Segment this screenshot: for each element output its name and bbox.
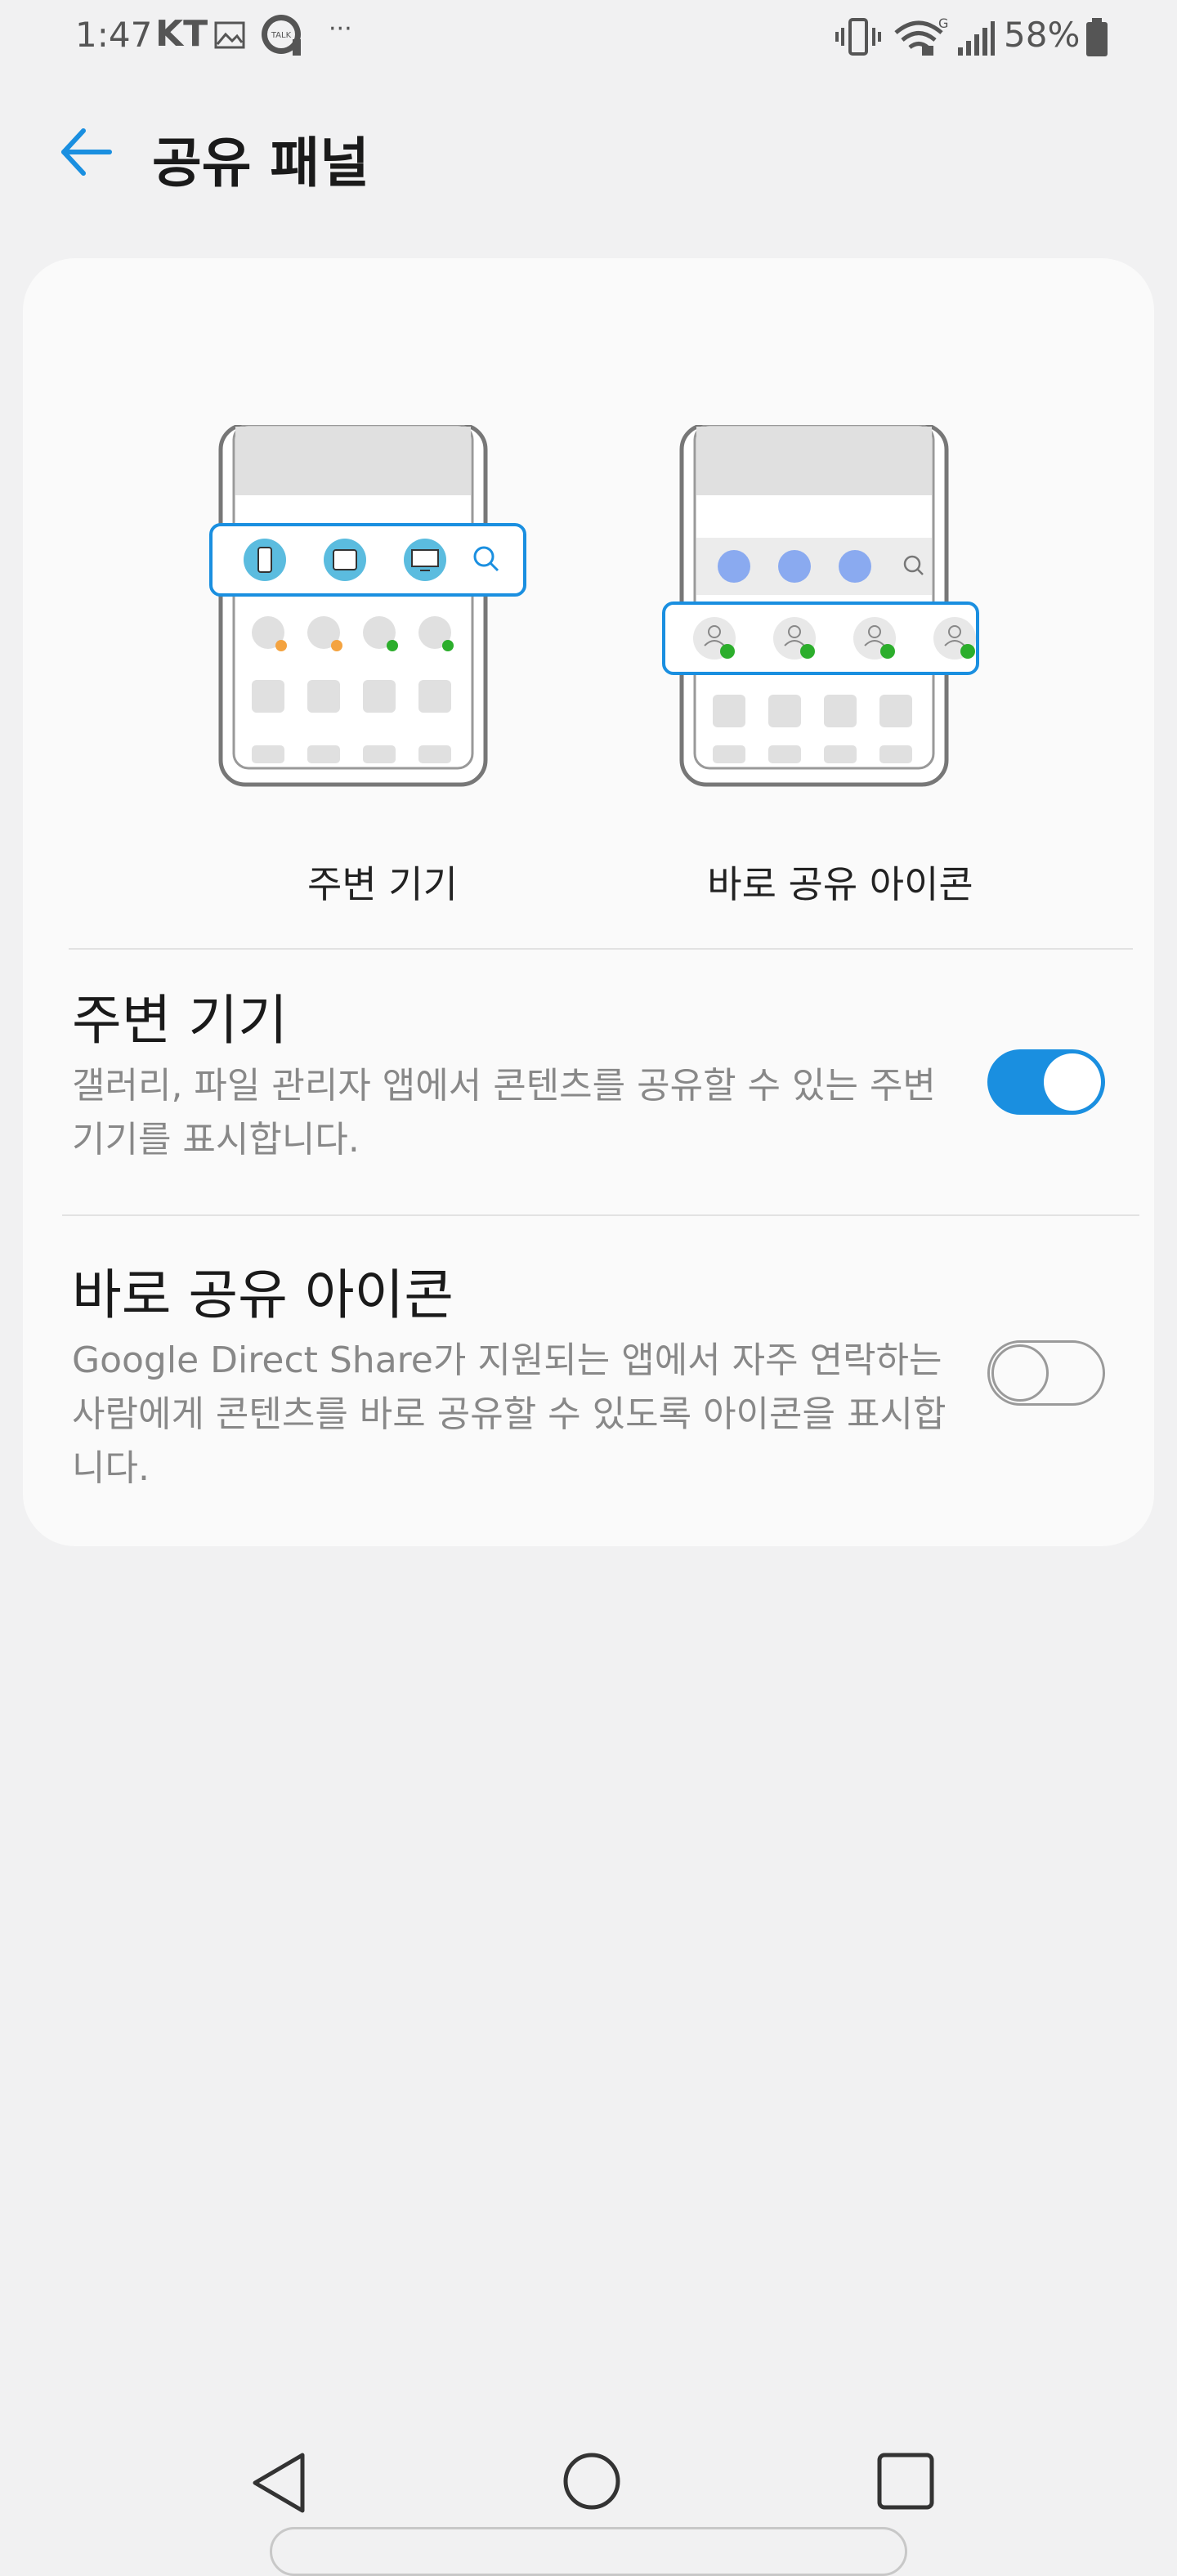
toggle-knob xyxy=(991,1344,1049,1402)
nav-recent-apps-icon[interactable] xyxy=(876,2452,935,2511)
setting-nearby-devices[interactable]: 주변 기기 갤러리, 파일 관리자 앱에서 콘텐츠를 공유할 수 있는 주변 기… xyxy=(72,986,955,1167)
svg-text:G: G xyxy=(938,16,948,31)
battery-percent: 58% xyxy=(1004,15,1081,55)
talk-badge-text: TALK xyxy=(271,31,292,40)
nearby-devices-illustration xyxy=(209,425,526,787)
direct-share-toggle[interactable] xyxy=(987,1340,1105,1406)
setting-title: 바로 공유 아이콘 xyxy=(72,1263,454,1326)
battery-icon xyxy=(1086,18,1108,56)
signal-icon xyxy=(958,21,995,56)
status-bar: 1:47 KT TALK ··· G 58% xyxy=(0,0,1177,82)
setting-title: 주변 기기 xyxy=(72,989,288,1052)
nav-back-icon[interactable] xyxy=(250,2450,309,2516)
status-time: 1:47 xyxy=(75,15,153,55)
divider xyxy=(69,948,1133,950)
status-carrier: KT xyxy=(155,13,208,55)
divider xyxy=(62,1214,1139,1216)
direct-share-illustration xyxy=(662,425,979,787)
more-notifications-icon: ··· xyxy=(329,15,352,43)
talk-notification-icon: TALK xyxy=(262,15,301,56)
setting-direct-share[interactable]: 바로 공유 아이콘 Google Direct Share가 지원되는 앱에서 … xyxy=(72,1260,955,1496)
nav-home-icon[interactable] xyxy=(562,2452,621,2511)
gesture-handle[interactable] xyxy=(270,2527,907,2576)
settings-card: 주변 기기 바로 공유 아이콘 주변 기기 갤러리, 파일 관리자 앱에서 콘텐… xyxy=(23,258,1154,1546)
setting-description: 갤러리, 파일 관리자 앱에서 콘텐츠를 공유할 수 있는 주변 기기를 표시합… xyxy=(72,1065,936,1161)
wifi-icon: G xyxy=(894,16,948,56)
page-title: 공유 패널 xyxy=(152,132,369,195)
back-arrow-icon[interactable] xyxy=(57,123,116,181)
nearby-devices-toggle[interactable] xyxy=(987,1049,1105,1115)
toggle-knob xyxy=(1044,1053,1101,1111)
direct-share-caption: 바로 공유 아이콘 xyxy=(707,862,973,906)
setting-description: Google Direct Share가 지원되는 앱에서 자주 연락하는 사람… xyxy=(72,1339,947,1489)
nearby-devices-caption: 주변 기기 xyxy=(307,862,458,906)
gallery-notification-icon xyxy=(214,21,245,49)
vibrate-icon xyxy=(835,18,881,56)
